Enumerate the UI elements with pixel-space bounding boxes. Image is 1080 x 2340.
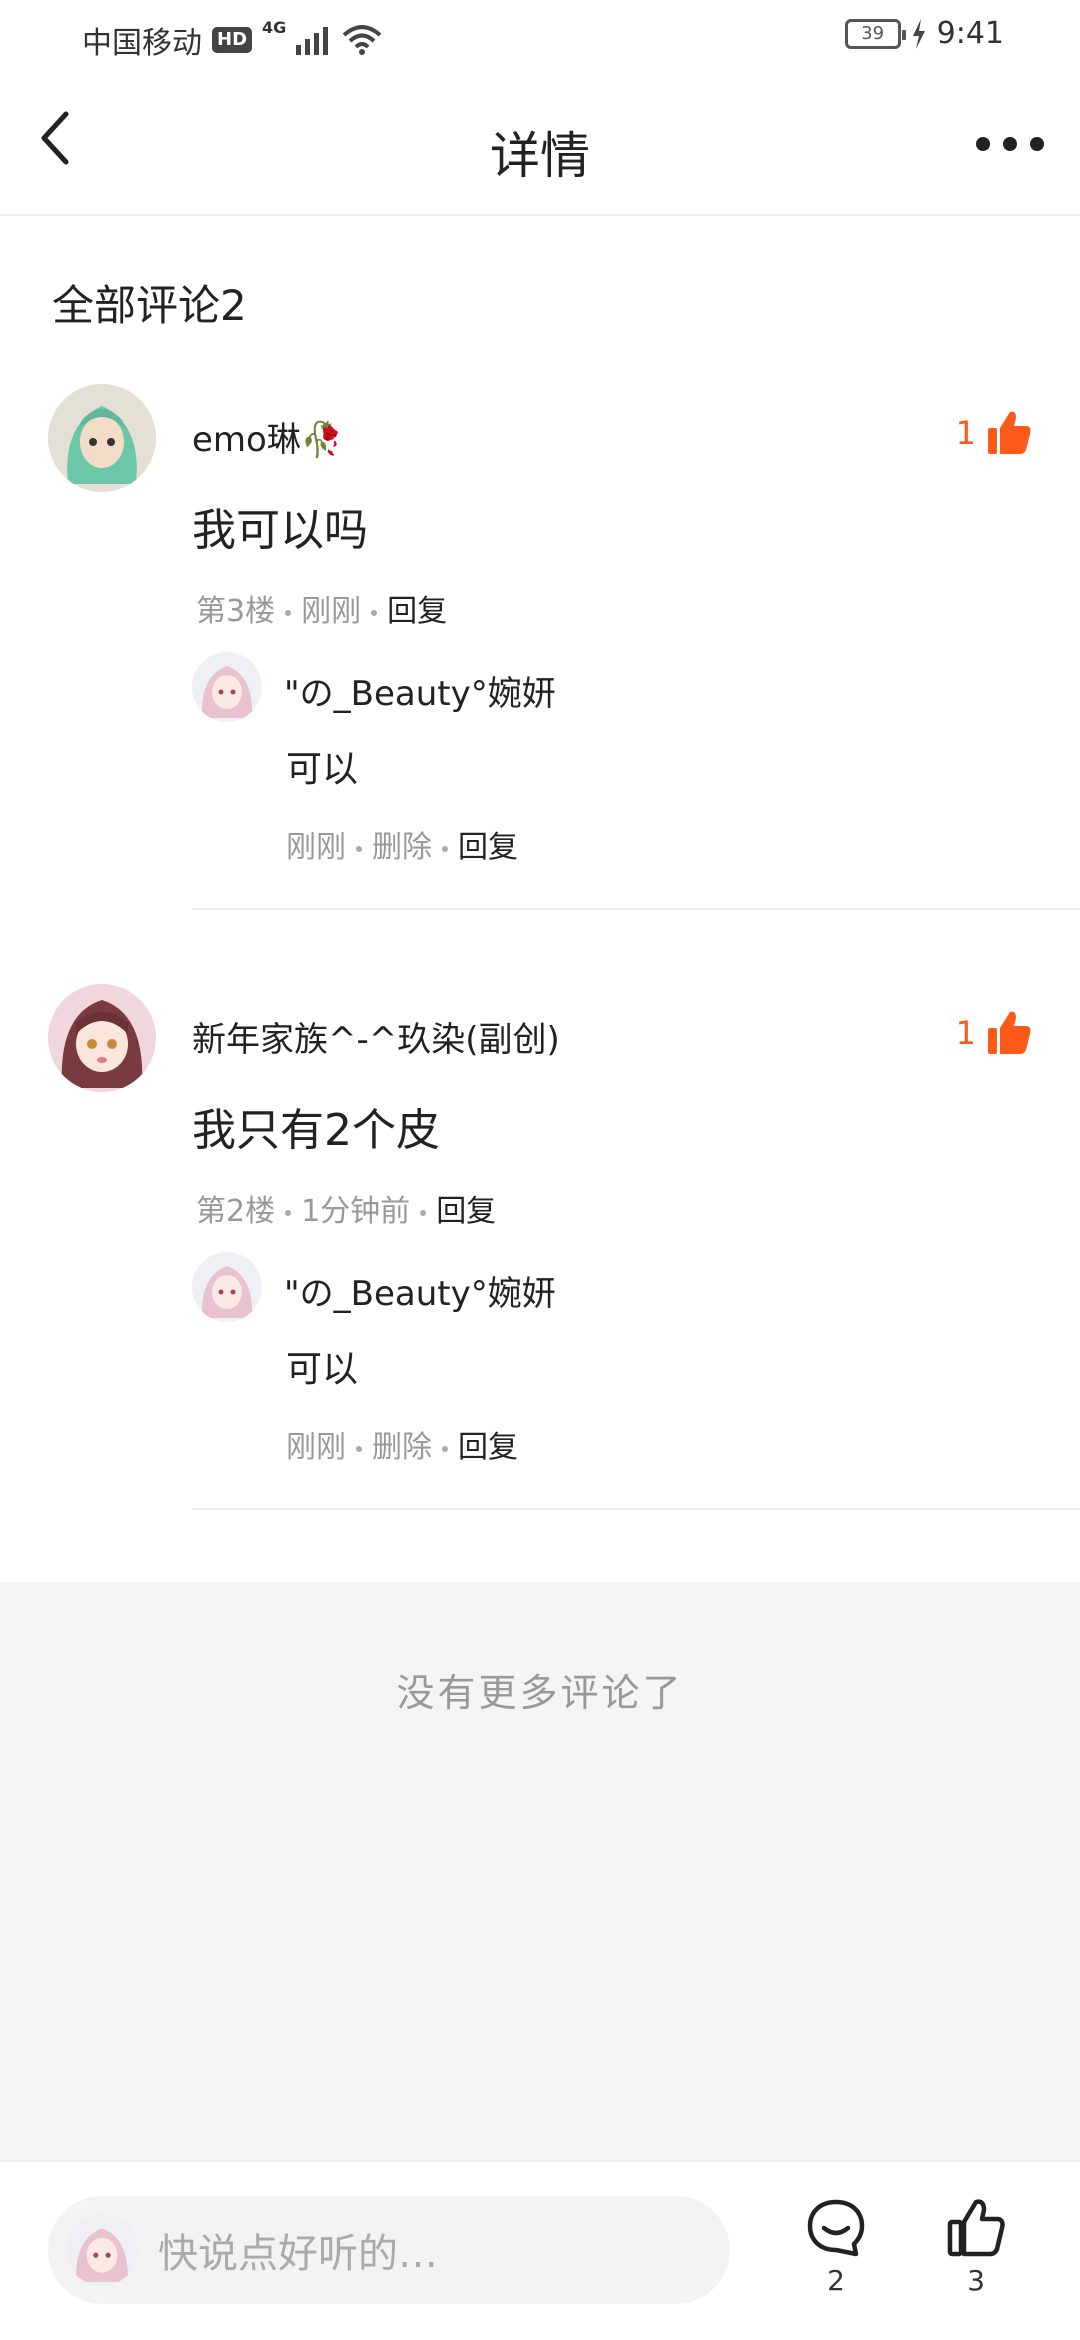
- nav-bar: 详情: [0, 72, 1080, 216]
- avatar: [66, 2214, 138, 2286]
- reply-meta: 刚刚 删除 回复: [286, 1422, 518, 1466]
- reply-button[interactable]: 回复: [458, 830, 518, 865]
- commenter-name[interactable]: 新年家族^-^玖染(副创): [192, 1012, 560, 1061]
- reply-meta: 刚刚 删除 回复: [286, 822, 518, 866]
- carrier-name: 中国移动: [82, 26, 202, 61]
- avatar[interactable]: [48, 384, 156, 492]
- status-bar: 中国移动 HD 4G 39 9:41: [0, 0, 1080, 72]
- commenter-name[interactable]: emo琳🥀: [192, 412, 343, 461]
- network-type: 4G: [262, 18, 287, 37]
- reply-avatar[interactable]: [192, 652, 262, 722]
- clock-time: 9:41: [936, 16, 1004, 51]
- reply-button[interactable]: 回复: [436, 1194, 496, 1229]
- comment-meta: 第3楼 刚刚 回复: [196, 586, 447, 630]
- comment-button[interactable]: 2: [796, 2198, 876, 2297]
- bottom-bar: 快说点好听的… 2 3: [0, 2160, 1080, 2340]
- comments-section-title: 全部评论2: [52, 281, 247, 330]
- divider: [192, 1508, 1080, 1510]
- reply-time: 刚刚: [286, 830, 346, 865]
- like-button[interactable]: 1: [956, 1010, 1032, 1056]
- page-title: 详情: [490, 127, 590, 185]
- comment-time: 刚刚: [301, 594, 362, 629]
- divider: [192, 908, 1080, 910]
- hd-badge: HD: [212, 27, 253, 53]
- battery-icon: 39: [844, 18, 906, 49]
- input-placeholder: 快说点好听的…: [158, 2231, 438, 2277]
- delete-button[interactable]: 删除: [372, 830, 432, 865]
- battery-level: 39: [861, 22, 885, 44]
- reply-author-name[interactable]: "の_Beauty°婉妍: [284, 666, 556, 715]
- more-button[interactable]: [970, 116, 1050, 172]
- charging-icon: [912, 18, 925, 49]
- end-of-list-panel: 没有更多评论了: [0, 1582, 1080, 2160]
- more-dots-icon: [976, 137, 990, 151]
- delete-button[interactable]: 删除: [372, 1430, 432, 1465]
- reply-time: 刚刚: [286, 1430, 346, 1465]
- thumbs-up-icon: [988, 411, 1031, 454]
- comment-text: 我可以吗: [192, 505, 368, 556]
- comment-item: 新年家族^-^玖染(副创) 1 我只有2个皮 第2楼 1分钟前 回复 "の_Beau…: [0, 980, 1080, 1510]
- comment-bubble-icon: [807, 2199, 865, 2257]
- reply-avatar[interactable]: [192, 1252, 262, 1322]
- like-count: 3: [967, 2264, 985, 2297]
- no-more-comments-text: 没有更多评论了: [396, 1671, 684, 1715]
- avatar[interactable]: [48, 984, 156, 1092]
- back-arrow-icon: [41, 111, 69, 165]
- comment-count: 2: [827, 2264, 845, 2297]
- like-button[interactable]: 1: [956, 410, 1032, 456]
- comment-item: emo琳🥀 1 我可以吗 第3楼 刚刚 回复 "の_Beauty°婉妍 可以 刚刚删…: [0, 380, 1080, 910]
- thumbs-up-icon: [947, 2199, 1005, 2257]
- comment-input[interactable]: 快说点好听的…: [48, 2196, 730, 2304]
- comment-time: 1分钟前: [301, 1194, 411, 1229]
- reply-button[interactable]: 回复: [458, 1430, 518, 1465]
- signal-icon: [296, 27, 329, 55]
- floor-label: 第3楼: [196, 594, 276, 629]
- comment-text: 我只有2个皮: [192, 1105, 440, 1156]
- like-count: 1: [955, 414, 976, 452]
- comment-meta: 第2楼 1分钟前 回复: [196, 1186, 496, 1230]
- reply-author-name[interactable]: "の_Beauty°婉妍: [284, 1266, 556, 1315]
- back-button[interactable]: [36, 108, 96, 180]
- reply-button[interactable]: 回复: [387, 594, 447, 629]
- reply-text: 可以: [286, 749, 359, 790]
- reply-text: 可以: [286, 1349, 359, 1390]
- thumbs-up-icon: [988, 1011, 1031, 1054]
- like-count: 1: [955, 1014, 976, 1052]
- wifi-icon: [342, 25, 382, 55]
- like-button[interactable]: 3: [936, 2198, 1016, 2297]
- floor-label: 第2楼: [196, 1194, 276, 1229]
